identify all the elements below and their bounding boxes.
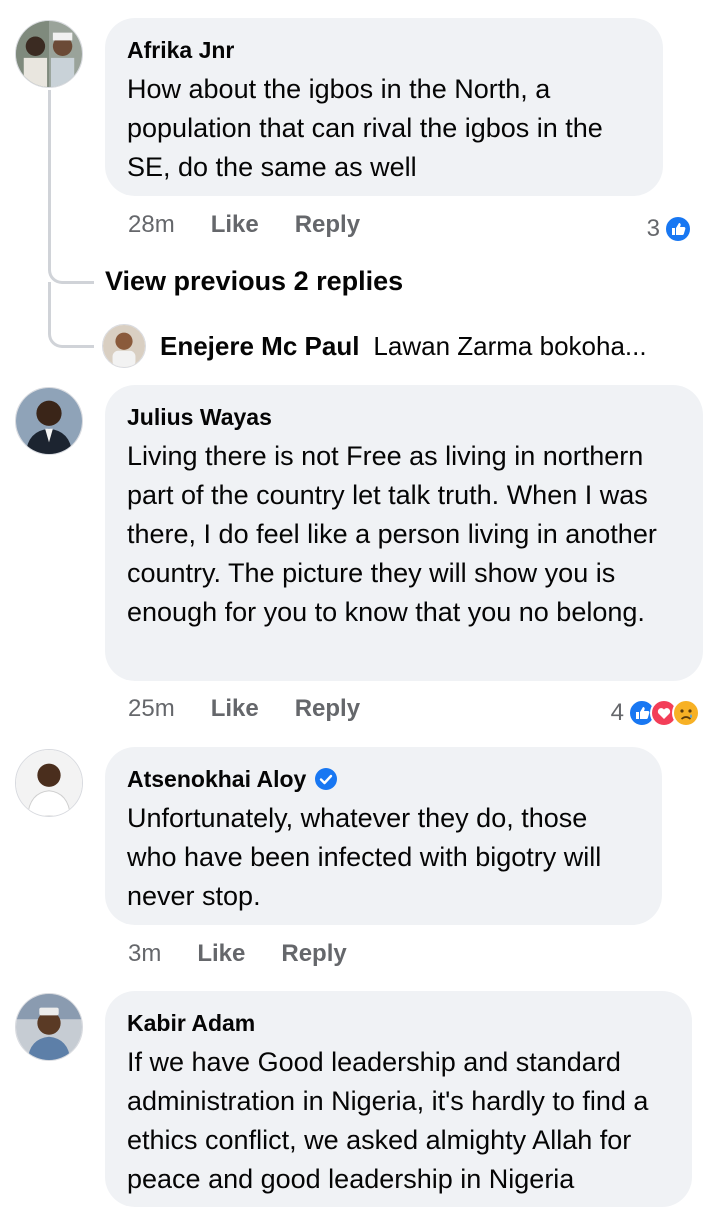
comment-bubble: Julius Wayas Living there is not Free as… bbox=[105, 385, 703, 681]
verified-badge-icon bbox=[315, 768, 338, 790]
comment-actions: 28m Like Reply bbox=[128, 211, 396, 239]
view-previous-replies-link[interactable]: View previous 2 replies bbox=[105, 266, 403, 297]
comment-author[interactable]: Atsenokhai Aloy bbox=[127, 765, 306, 793]
comment-text: If we have Good leadership and standard … bbox=[127, 1047, 649, 1194]
like-button[interactable]: Like bbox=[211, 211, 259, 239]
comment-author[interactable]: Kabir Adam bbox=[127, 1009, 670, 1037]
reaction-count: 3 bbox=[646, 215, 660, 242]
reply-button[interactable]: Reply bbox=[295, 695, 360, 723]
comment-text: How about the igbos in the North, a popu… bbox=[127, 74, 603, 182]
reaction-count: 4 bbox=[610, 699, 624, 726]
reply-button[interactable]: Reply bbox=[295, 211, 360, 239]
comment-time[interactable]: 25m bbox=[128, 695, 175, 723]
like-button[interactable]: Like bbox=[211, 695, 259, 723]
reply-button[interactable]: Reply bbox=[281, 940, 346, 968]
comment-text: Unfortunately, whatever they do, those w… bbox=[127, 803, 602, 911]
avatar[interactable] bbox=[102, 324, 146, 368]
comment-actions: 3m Like Reply bbox=[128, 940, 383, 968]
comment-time[interactable]: 3m bbox=[128, 940, 161, 968]
avatar[interactable] bbox=[15, 20, 83, 88]
comment-feed: Afrika Jnr How about the igbos in the No… bbox=[0, 0, 720, 1224]
like-icon bbox=[664, 215, 692, 243]
thread-connector bbox=[48, 282, 94, 348]
like-button[interactable]: Like bbox=[197, 940, 245, 968]
thread-line bbox=[48, 90, 51, 260]
comment-author[interactable]: Afrika Jnr bbox=[127, 36, 641, 64]
comment-bubble: Atsenokhai Aloy Unfortunately, whatever … bbox=[105, 747, 662, 925]
comment-actions: 25m Like Reply bbox=[128, 695, 396, 723]
comment-time[interactable]: 28m bbox=[128, 211, 175, 239]
reaction-summary[interactable]: 3 bbox=[647, 215, 692, 243]
sad-icon bbox=[672, 699, 700, 727]
comment-author[interactable]: Julius Wayas bbox=[127, 403, 681, 431]
avatar[interactable] bbox=[15, 387, 83, 455]
comment-bubble: Kabir Adam If we have Good leadership an… bbox=[105, 991, 692, 1207]
comment-text: Living there is not Free as living in no… bbox=[127, 441, 657, 627]
comment-bubble: Afrika Jnr How about the igbos in the No… bbox=[105, 18, 663, 196]
avatar[interactable] bbox=[15, 749, 83, 817]
reaction-summary[interactable]: 4 bbox=[611, 699, 700, 727]
reply-text: Lawan Zarma bokoha... bbox=[373, 330, 647, 361]
avatar[interactable] bbox=[15, 993, 83, 1061]
thread-connector bbox=[48, 250, 94, 284]
reply-author[interactable]: Enejere Mc Paul bbox=[160, 331, 359, 362]
comment-author-row: Atsenokhai Aloy bbox=[127, 765, 640, 793]
reply-preview[interactable]: Enejere Mc Paul Lawan Zarma bokoha... bbox=[102, 324, 647, 368]
